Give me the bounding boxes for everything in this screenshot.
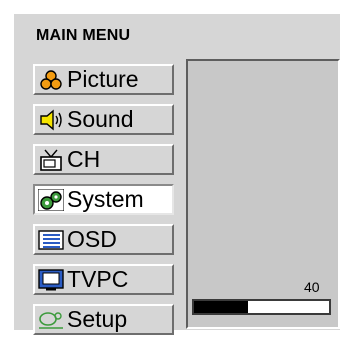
- menu-item-picture[interactable]: Picture: [33, 64, 174, 95]
- menu-item-label: OSD: [67, 226, 117, 252]
- menu-item-ch[interactable]: CH: [33, 144, 174, 175]
- menu-item-system[interactable]: System: [33, 184, 174, 215]
- menu-item-label: Sound: [67, 106, 134, 132]
- menu-item-label: System: [67, 186, 144, 212]
- picture-icon: [38, 68, 64, 92]
- gears-icon: [38, 188, 64, 212]
- menu-item-label: TVPC: [67, 266, 129, 292]
- menu-item-setup[interactable]: Setup: [33, 304, 174, 335]
- menu-item-sound[interactable]: Sound: [33, 104, 174, 135]
- menu-item-label: CH: [67, 146, 101, 172]
- adjustment-bar[interactable]: [192, 299, 331, 315]
- osd-icon: [38, 228, 64, 252]
- monitor-icon: [38, 268, 64, 292]
- menu-item-label: Setup: [67, 306, 128, 332]
- menu-item-osd[interactable]: OSD: [33, 224, 174, 255]
- sound-icon: [38, 108, 64, 132]
- menu-item-tvpc[interactable]: TVPC: [33, 264, 174, 295]
- menu-item-label: Picture: [67, 66, 139, 92]
- tv-antenna-icon: [38, 148, 64, 172]
- menu-title: MAIN MENU: [36, 27, 131, 44]
- adjustment-value: 40: [304, 279, 320, 295]
- setup-icon: [38, 308, 64, 332]
- adjustment-bar-fill: [194, 301, 248, 313]
